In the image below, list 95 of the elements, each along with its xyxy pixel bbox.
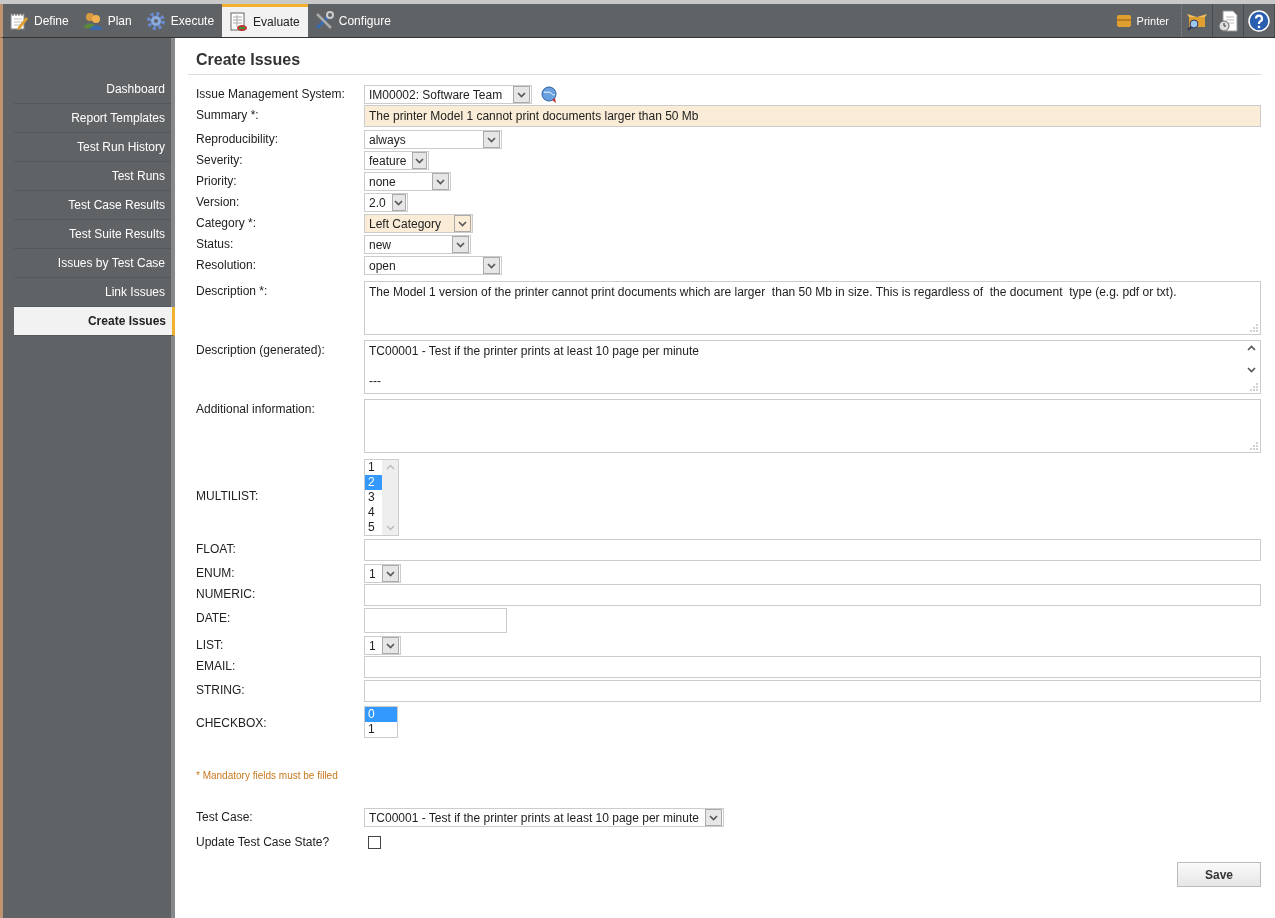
gear-icon [145,10,166,31]
chevron-down-icon [394,199,404,206]
sidebar-item[interactable]: Test Runs [14,162,171,191]
chevron-down-icon [385,570,395,577]
dropdown[interactable]: TC00001 - Test if the printer prints at least 10 page per minute [364,808,724,827]
scroll-up-icon[interactable] [1247,345,1256,351]
field-label: Status: [196,236,235,251]
text-area[interactable]: TC00001 - Test if the printer prints at least 10 page per minute --- [364,340,1261,394]
field-label: DATE: [196,610,232,625]
input-field[interactable] [364,656,1261,678]
sidebar-item[interactable]: Report Templates [14,104,171,133]
scroll-down-icon [385,525,395,531]
dropdown[interactable]: 1 [364,636,401,655]
sidebar-item[interactable]: Test Suite Results [14,220,171,249]
field-label: ENUM: [196,565,236,580]
notepad-icon [9,10,29,31]
dropdown[interactable]: Left Category [364,214,473,233]
chevron-down-icon [517,91,526,98]
project-button[interactable]: Printer [1107,4,1182,37]
dropdown[interactable]: 1 [364,564,401,583]
mandatory-note: * Mandatory fields must be filled [196,770,339,781]
toolbar-tab[interactable]: Configure [307,4,399,37]
field-label: Priority: [196,173,238,188]
chevron-down-icon [456,241,465,248]
sidebar-item[interactable]: Create Issues [14,307,175,336]
field-label: FLOAT: [196,541,237,556]
field-label: Version: [196,194,241,209]
dropdown[interactable]: open [364,256,502,275]
input-field[interactable] [364,680,1261,702]
scroll-up-icon [385,464,395,470]
save-button[interactable]: Save [1177,862,1261,887]
chevron-down-icon [436,178,445,185]
toolbar-tab[interactable]: Execute [139,4,223,37]
list-option[interactable]: 1 [365,722,397,737]
list-option[interactable]: 4 [365,505,382,520]
chevron-down-icon [487,136,496,143]
sidebar-item[interactable]: Test Run History [14,133,171,162]
dropdown[interactable]: always [364,130,502,149]
field-label: Severity: [196,152,244,167]
field-label: Description *: [196,283,269,298]
field-label: Summary *: [196,107,260,122]
scroll-down-icon[interactable] [1247,367,1256,373]
field-label: CHECKBOX: [196,715,268,730]
resize-grip-icon[interactable] [1250,383,1258,391]
field-label: Update Test Case State? [196,834,331,849]
toolbar-tab[interactable]: Evaluate [222,4,308,37]
globe-refresh-icon[interactable] [540,84,559,104]
field-label: Reproducibility: [196,131,280,146]
resize-grip-icon[interactable] [1250,324,1258,332]
field-label: MULTILIST: [196,488,260,503]
chevron-down-icon [708,814,718,821]
chevron-down-icon [487,262,496,269]
input-field[interactable]: The printer Model 1 cannot print documents larger than 50 Mb [364,105,1261,127]
dropdown[interactable]: 2.0 [364,193,408,212]
field-label: Description (generated): [196,342,326,357]
chevron-down-icon [458,220,467,227]
box-icon [1115,13,1132,28]
chevron-down-icon [385,642,395,649]
field-label: Issue Management System: [196,86,346,101]
list-option[interactable]: 3 [365,490,382,505]
list-option[interactable]: 1 [365,460,382,475]
toolbar-tab[interactable]: Plan [76,4,140,37]
list-option[interactable]: 5 [365,520,382,535]
list-box[interactable]: 0 1 [364,706,398,738]
field-label: STRING: [196,682,246,697]
dropdown[interactable]: none [364,172,451,191]
chevron-down-icon [415,157,425,164]
resize-grip-icon[interactable] [1250,442,1258,450]
input-field[interactable] [364,539,1261,561]
dropdown[interactable]: feature [364,151,429,170]
input-field[interactable] [364,584,1261,606]
sidebar-item[interactable]: Test Case Results [14,191,171,220]
sidebar-item[interactable]: Issues by Test Case [14,249,171,278]
people-icon [82,10,103,31]
page-title: Create Issues [188,51,1261,75]
field-label: NUMERIC: [196,586,257,601]
field-label: Test Case: [196,809,254,824]
document-clock-icon[interactable] [1217,9,1239,32]
scrollbar[interactable] [382,460,398,535]
list-box[interactable]: 1 2 3 4 5 [364,459,399,536]
field-label: LIST: [196,637,225,652]
field-label: Category *: [196,215,258,230]
field-label: EMAIL: [196,658,237,673]
dropdown[interactable]: IM00002: Software Team [364,85,532,104]
report-icon [228,12,249,32]
field-label: Resolution: [196,257,258,272]
help-icon[interactable] [1248,9,1270,32]
toolbar-tab[interactable]: Define [3,4,77,37]
tools-icon [313,10,334,31]
checkbox[interactable] [368,836,381,849]
sidebar-item[interactable]: Dashboard [14,75,171,104]
field-label: Additional information: [196,401,316,416]
input-field[interactable] [364,608,507,633]
text-area[interactable]: The Model 1 version of the printer cannot print documents which are larger than 50 Mb in size. This is regardless of the document type (e.g. pdf or txt). [364,281,1261,335]
dropdown[interactable]: new [364,235,471,254]
